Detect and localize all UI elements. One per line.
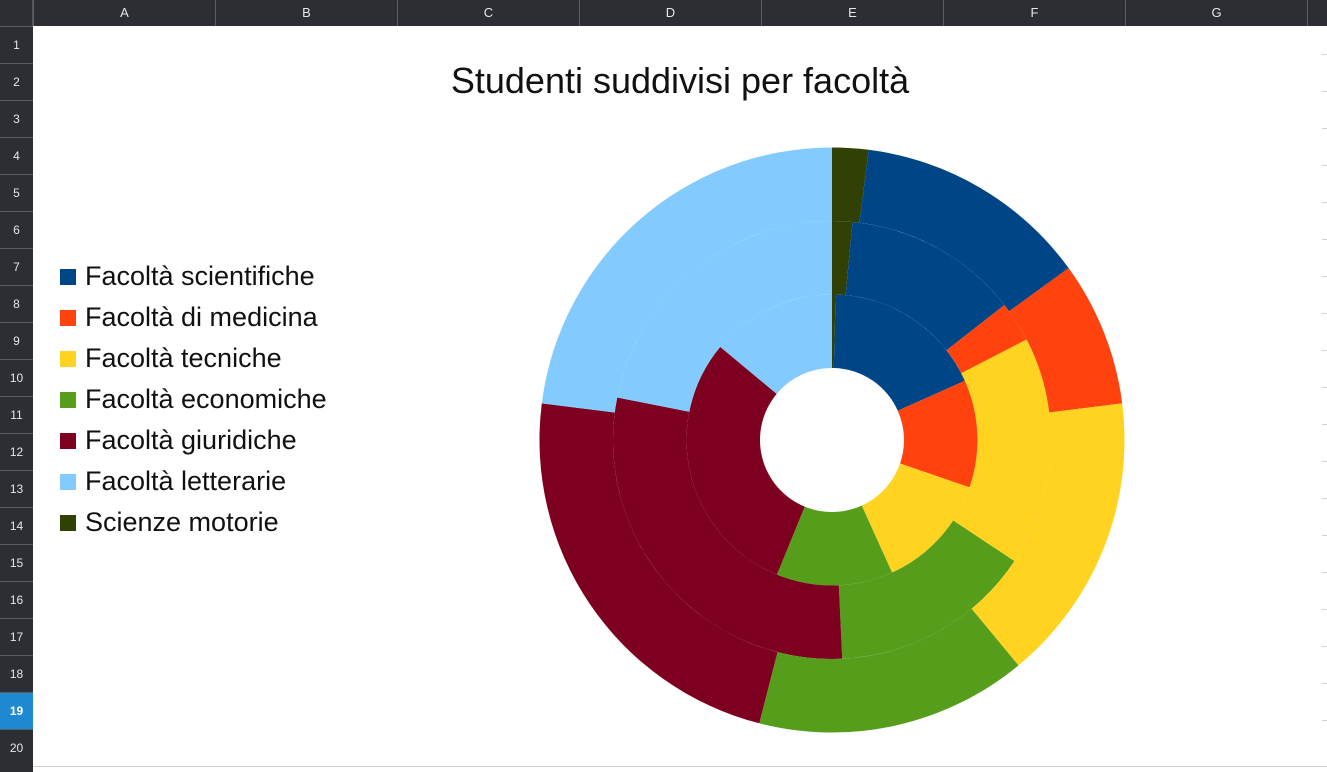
donut-chart xyxy=(539,147,1125,733)
